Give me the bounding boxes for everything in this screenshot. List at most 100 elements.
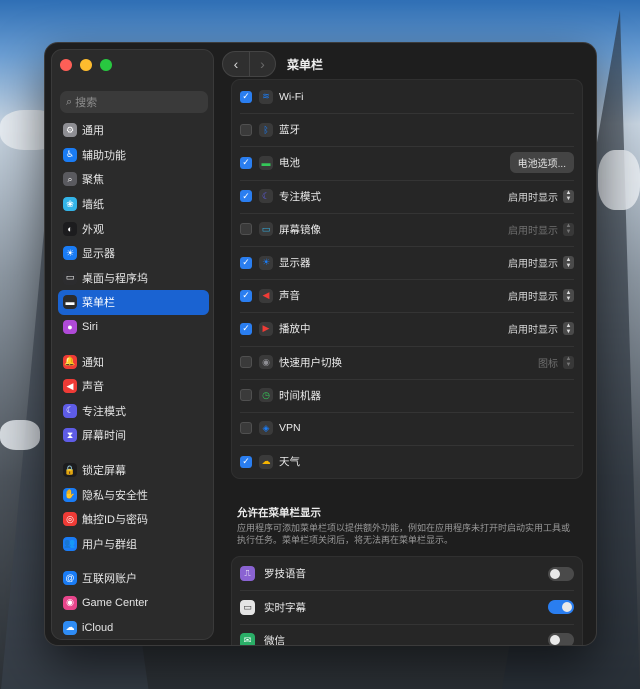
menu-item-label: 电池: [279, 157, 300, 170]
menu-item-label: 显示器: [279, 257, 311, 270]
sidebar-item-appearance[interactable]: ◐ 外观: [58, 216, 209, 241]
show-in-menubar-popup[interactable]: 启用时显示 ▲ ▼: [508, 321, 574, 336]
menu-item-row: ✓ ☾ 专注模式 启用时显示 ▲ ▼: [232, 179, 582, 213]
appearance-icon: ◐: [63, 221, 77, 236]
allowed-apps-card: ⎍ 罗技语音 ▭ 实时字幕 ✉ 微信: [231, 556, 583, 645]
sidebar-item-speaker[interactable]: ◀ 声音: [58, 374, 209, 399]
menu-item-row: ✓ ☀ 显示器 启用时显示 ▲ ▼: [232, 245, 582, 279]
menu-item-checkbox[interactable]: ✓: [240, 256, 252, 269]
sidebar-item-accessibility[interactable]: ♿ 辅助功能: [58, 143, 209, 168]
sidebar-item-fingerprint[interactable]: ◎ 触控ID与密码: [58, 507, 209, 532]
sidebar-item-at[interactable]: @ 互联网账户: [58, 566, 209, 591]
menu-item-label: 专注模式: [279, 190, 321, 203]
menu-item-label: 播放中: [279, 323, 311, 336]
menu-item-label: 声音: [279, 290, 300, 303]
snow-patch: [598, 150, 640, 210]
sidebar-item-label: 触控ID与密码: [82, 514, 148, 527]
chevron-updown-icon: ▲ ▼: [563, 322, 574, 336]
logi-voice-icon: ⎍: [240, 566, 255, 582]
allowed-app-toggle[interactable]: [548, 633, 574, 645]
lock-icon: 🔒: [63, 463, 77, 478]
forward-button[interactable]: ›: [249, 52, 275, 76]
menu-item-checkbox[interactable]: ✓: [240, 455, 252, 468]
menu-item-checkbox[interactable]: ✓: [240, 90, 252, 103]
sidebar-item-lock[interactable]: 🔒 锁定屏幕: [58, 458, 209, 483]
allowed-app-toggle[interactable]: [548, 566, 574, 581]
sidebar-item-hourglass[interactable]: ⧗ 屏幕时间: [58, 423, 209, 448]
minimize-button[interactable]: [80, 59, 92, 71]
sidebar-item-siri[interactable]: ● Siri: [58, 315, 209, 340]
menu-item-row: ▭ 屏幕镜像 启用时显示 ▲ ▼: [232, 212, 582, 246]
weather-icon: ☁: [259, 454, 273, 469]
snow-patch: [0, 420, 40, 450]
zoom-button[interactable]: [100, 59, 112, 71]
show-in-menubar-popup[interactable]: 启用时显示 ▲ ▼: [508, 222, 574, 237]
bluetooth-icon: ᛒ: [259, 122, 273, 137]
sidebar-item-label: 辅助功能: [82, 149, 126, 162]
menu-item-checkbox[interactable]: ✓: [240, 322, 252, 335]
show-in-menubar-popup[interactable]: 启用时显示 ▲ ▼: [508, 288, 574, 303]
close-button[interactable]: [60, 59, 72, 71]
allowed-app-row: ▭ 实时字幕: [232, 590, 582, 623]
search-input[interactable]: ⌕ 搜索: [60, 91, 208, 113]
allowed-app-toggle[interactable]: [548, 600, 574, 615]
show-in-menubar-popup[interactable]: 启用时显示 ▲ ▼: [508, 189, 574, 204]
sidebar-item-bell[interactable]: 🔔 通知: [58, 349, 209, 374]
menu-item-row: ✓ ▬ 电池 电池选项...: [232, 146, 582, 179]
menu-item-checkbox[interactable]: [240, 389, 252, 402]
menu-item-checkbox[interactable]: [240, 356, 252, 369]
sidebar-item-cloud[interactable]: ☁ iCloud: [58, 615, 209, 639]
search-icon: ⌕: [66, 95, 73, 108]
cloud-icon: ☁: [63, 620, 77, 635]
show-in-menubar-popup[interactable]: 图标 ▲ ▼: [538, 355, 574, 370]
popup-value: 启用时显示: [508, 192, 558, 204]
search-placeholder: 搜索: [75, 97, 98, 109]
sidebar-item-label: 聚焦: [82, 174, 104, 187]
time-machine-icon: ◷: [259, 388, 273, 403]
menu-item-checkbox[interactable]: ✓: [240, 156, 252, 169]
popup-value: 启用时显示: [508, 325, 558, 337]
menu-item-row: ◈ VPN: [232, 411, 582, 445]
sidebar-item-label: Game Center: [82, 596, 149, 609]
gear-icon: ⚙: [63, 123, 77, 138]
battery-options-button[interactable]: 电池选项...: [509, 152, 574, 174]
sidebar-item-hand[interactable]: ✋ 隐私与安全性: [58, 482, 209, 507]
menu-items-card: ✓ ≋ Wi-Fi ᛒ 蓝牙 ✓ ▬ 电池 电池选项... ✓ ☾ 专注模式 启用时显示 ▲ ▼ ▭ 屏幕镜像启…: [231, 79, 583, 480]
sidebar-item-moon[interactable]: ☾ 专注模式: [58, 399, 209, 424]
chevron-updown-icon: ▲ ▼: [563, 355, 574, 369]
menu-item-checkbox[interactable]: ✓: [240, 190, 252, 203]
sidebar-item-spotlight[interactable]: ⌕ 聚焦: [58, 167, 209, 192]
menu-item-checkbox[interactable]: [240, 422, 252, 435]
menu-item-label: Wi-Fi: [279, 90, 304, 103]
sidebar-item-users[interactable]: 👥 用户与群组: [58, 532, 209, 557]
siri-icon: ●: [63, 320, 77, 335]
show-in-menubar-popup[interactable]: 启用时显示 ▲ ▼: [508, 255, 574, 270]
wechat-icon: ✉: [240, 632, 255, 645]
menu-item-checkbox[interactable]: [240, 223, 252, 236]
sidebar-item-display[interactable]: ☀ 显示器: [58, 241, 209, 266]
sidebar-item-menubar[interactable]: ▬ 菜单栏: [58, 290, 209, 315]
sidebar-item-wallpaper[interactable]: ❀ 墙纸: [58, 192, 209, 217]
page-title: 菜单栏: [287, 57, 324, 72]
menu-item-checkbox[interactable]: [240, 123, 252, 136]
sidebar-group-spacer: [58, 556, 209, 566]
sidebar-item-label: 锁定屏幕: [82, 465, 126, 478]
popup-value: 图标: [538, 358, 558, 370]
sidebar-item-gamecenter[interactable]: ◉ Game Center: [58, 591, 209, 616]
sidebar-item-label: 桌面与程序坞: [82, 272, 148, 285]
sidebar-item-label: 隐私与安全性: [82, 489, 148, 502]
chevron-updown-icon: ▲ ▼: [563, 222, 574, 236]
moon-icon: ☾: [259, 189, 273, 204]
sidebar-item-dock[interactable]: ▭ 桌面与程序坞: [58, 266, 209, 291]
sidebar-item-label: 屏幕时间: [82, 430, 126, 443]
menu-item-checkbox[interactable]: ✓: [240, 289, 252, 302]
back-button[interactable]: ‹: [223, 52, 249, 76]
menu-item-row: ◉ 快速用户切换 图标 ▲ ▼: [232, 345, 582, 379]
menu-item-label: 天气: [279, 456, 300, 469]
sidebar-item-gear[interactable]: ⚙ 通用: [58, 118, 209, 143]
screen-mirroring-icon: ▭: [259, 222, 273, 237]
menu-item-row: ◷ 时间机器: [232, 378, 582, 412]
sidebar: ⌕ 搜索 ⚙ 通用 ♿ 辅助功能 ⌕ 聚焦 ❀ 墙纸 ◐ 外观 ☀ 显示器 ▭ 桌面与程序坞 ▬ 菜单栏 ● Si…: [51, 49, 214, 640]
play-icon: ▶: [259, 321, 273, 336]
menu-item-row: ✓ ≋ Wi-Fi: [232, 80, 582, 113]
